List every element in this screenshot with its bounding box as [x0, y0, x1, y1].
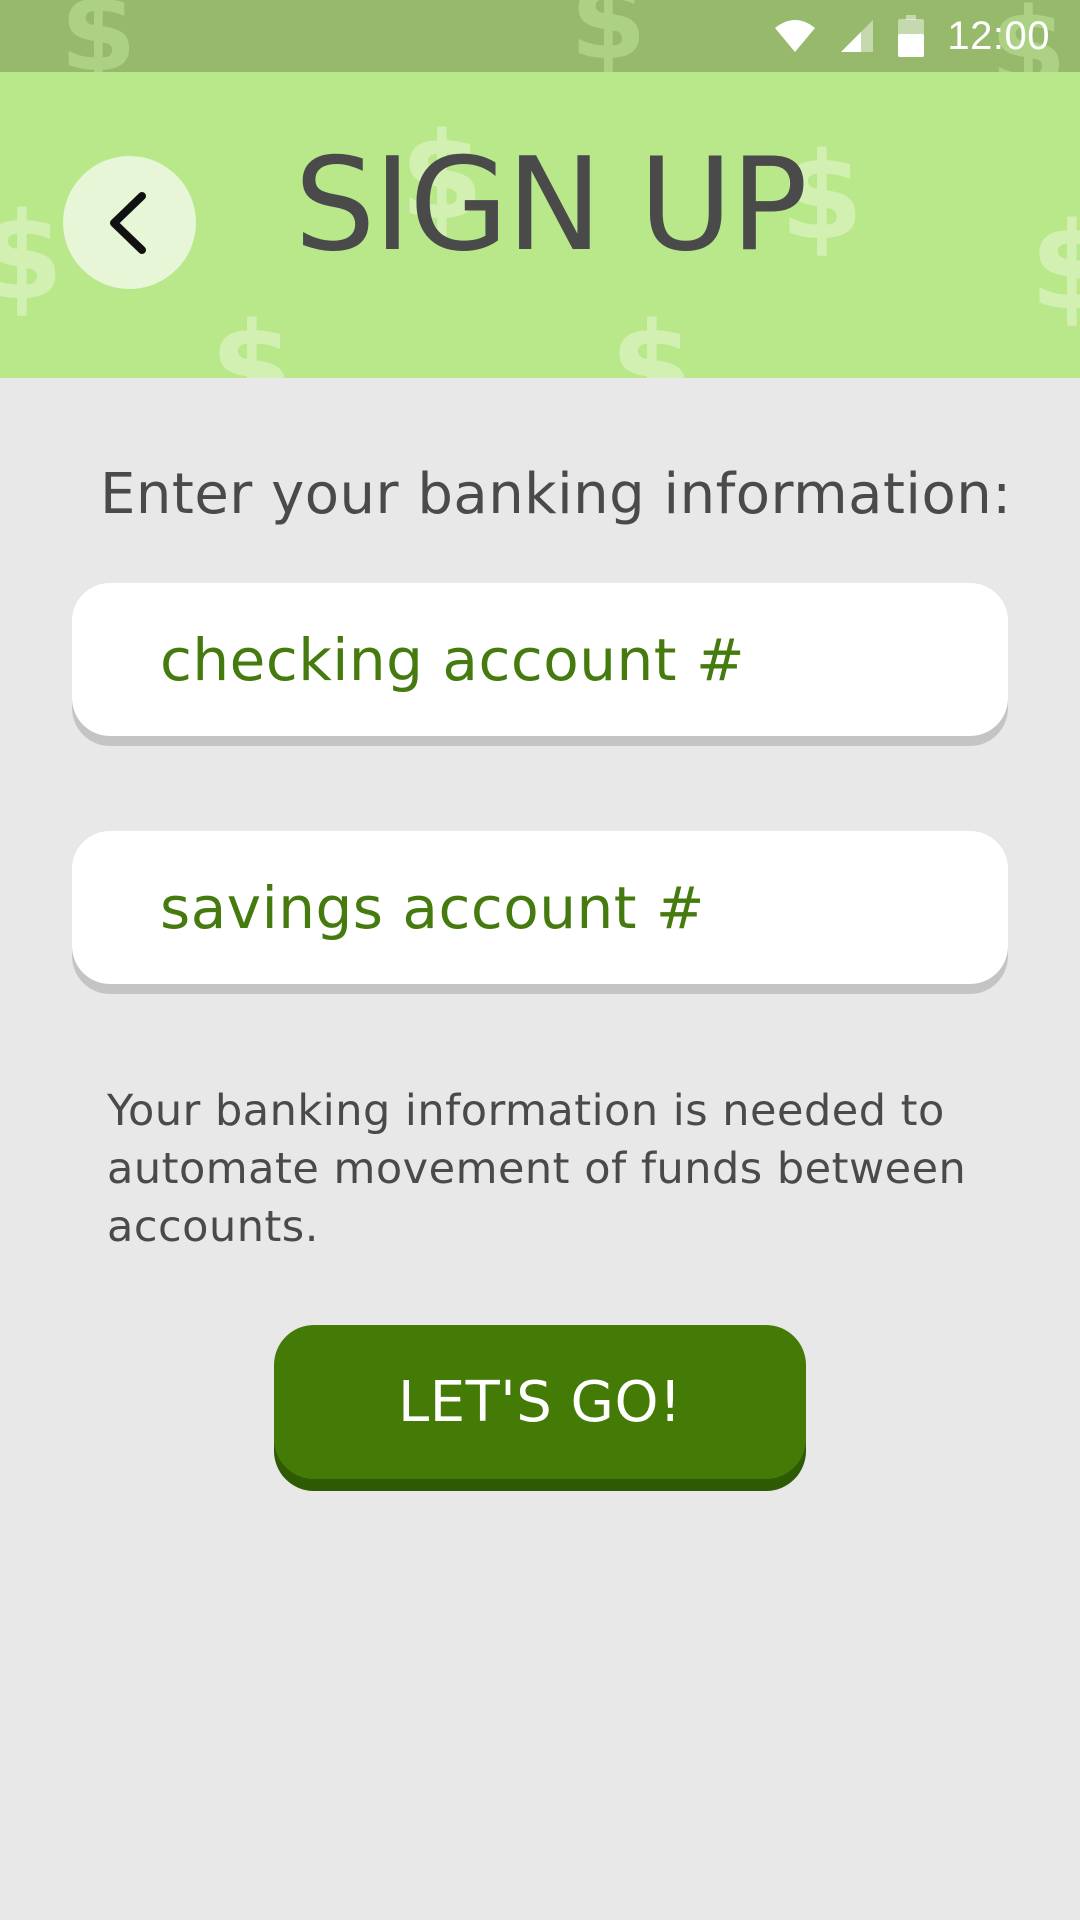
wifi-icon [773, 18, 817, 54]
cell-signal-icon [839, 18, 875, 54]
status-bar: $ $ $ 12:00 [0, 0, 1080, 72]
info-text: Your banking information is needed to au… [107, 1086, 967, 1252]
form-prompt: Enter your banking information: [100, 462, 1012, 527]
svg-text:$: $ [610, 298, 694, 378]
savings-account-field[interactable] [72, 831, 1008, 984]
svg-text:$: $ [570, 0, 647, 72]
status-time: 12:00 [947, 13, 1050, 58]
svg-text:$: $ [210, 298, 294, 378]
checking-account-input[interactable] [158, 624, 982, 695]
checking-account-field[interactable] [72, 583, 1008, 736]
savings-account-input[interactable] [158, 872, 982, 943]
page-title: SIGN UP [294, 131, 808, 280]
svg-text:$: $ [60, 0, 137, 72]
lets-go-button[interactable]: LET'S GO! [274, 1325, 806, 1479]
header: $ $ $ $ $ $ SIGN UP [0, 72, 1080, 378]
battery-icon [897, 14, 925, 58]
status-icons: 12:00 [773, 0, 1050, 72]
